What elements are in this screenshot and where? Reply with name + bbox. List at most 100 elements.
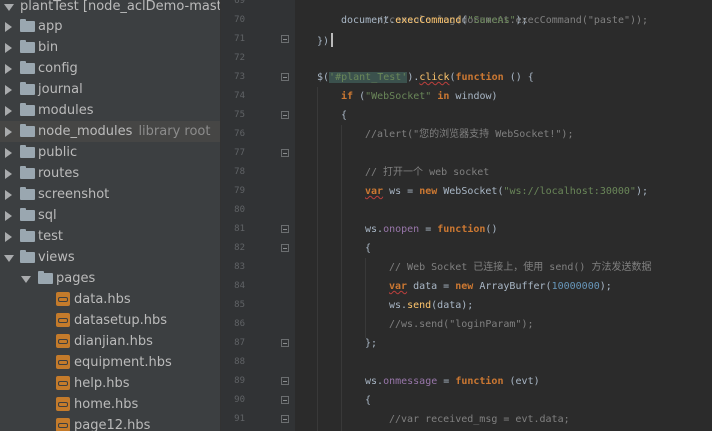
- code-line-76[interactable]: //alert("您的浏览器支持 WebSocket!");: [365, 125, 573, 144]
- code-line-85[interactable]: ws.send(data);: [389, 296, 473, 315]
- code-line-89[interactable]: ws.onmessage = function (evt): [365, 372, 540, 391]
- chevron-right-icon[interactable]: [5, 85, 12, 95]
- tree-item-screenshot[interactable]: screenshot: [0, 184, 220, 205]
- tree-file-label: data.hbs: [74, 292, 131, 307]
- fold-marker-icon[interactable]: [281, 415, 289, 423]
- code-line-74[interactable]: if ("WebSocket" in window): [341, 87, 498, 106]
- code-line-79[interactable]: var ws = new WebSocket("ws://localhost:3…: [365, 182, 648, 201]
- code-line-86[interactable]: //ws.send("loginParam");: [389, 315, 534, 334]
- code-line-90[interactable]: {: [365, 391, 371, 410]
- code-token: data =: [407, 281, 456, 292]
- library-root-label: library root: [138, 124, 211, 139]
- fold-marker-icon[interactable]: [281, 225, 289, 233]
- tree-file-label: dianjian.hbs: [74, 334, 153, 349]
- fold-marker-icon[interactable]: [281, 73, 289, 81]
- code-token: {: [341, 110, 348, 121]
- fold-marker-icon[interactable]: [281, 396, 289, 404]
- fold-marker-icon[interactable]: [281, 377, 289, 385]
- folder-icon: [20, 166, 35, 179]
- editor-gutter[interactable]: 69 70 71 72 73 74 75 76 77 78 79 80 81 8…: [221, 0, 295, 431]
- tree-item-node-modules[interactable]: node_modules library root: [0, 121, 220, 142]
- chevron-right-icon[interactable]: [5, 232, 12, 242]
- code-line-73[interactable]: $('#plant_Test').click(function () {: [317, 68, 534, 87]
- tree-file-label: datasetup.hbs: [74, 313, 168, 328]
- chevron-down-icon[interactable]: [4, 255, 14, 262]
- chevron-right-icon[interactable]: [5, 106, 12, 116]
- handlebars-file-icon: [56, 376, 70, 390]
- code-comment: //ws.send("loginParam");: [389, 319, 534, 330]
- folder-icon: [20, 187, 35, 200]
- code-property: onmessage: [383, 376, 438, 387]
- tree-file-dianjian-hbs[interactable]: dianjian.hbs: [0, 331, 220, 352]
- tree-item-sql[interactable]: sql: [0, 205, 220, 226]
- chevron-right-icon[interactable]: [5, 127, 12, 137]
- code-comment: // Web Socket 已连接上，使用 send() 方法发送数据: [389, 262, 652, 273]
- fold-marker-icon[interactable]: [281, 244, 289, 252]
- code-token: () {: [503, 72, 534, 83]
- code-token: window): [455, 91, 498, 102]
- fold-marker-icon[interactable]: [281, 149, 289, 157]
- code-keyword: in: [431, 91, 456, 102]
- code-line-75[interactable]: {: [341, 106, 347, 125]
- chevron-down-icon[interactable]: [4, 4, 14, 11]
- tree-item-test[interactable]: test: [0, 226, 220, 247]
- code-token: =: [437, 376, 456, 387]
- chevron-down-icon[interactable]: [21, 276, 31, 283]
- line-number: 84: [234, 281, 245, 291]
- tree-item-public[interactable]: public: [0, 142, 220, 163]
- tree-item-bin[interactable]: bin: [0, 37, 220, 58]
- project-tree[interactable]: plantTest [node_aclDemo-master] app bin …: [0, 0, 221, 431]
- tree-file-home-hbs[interactable]: home.hbs: [0, 394, 220, 415]
- tree-item-pages[interactable]: pages: [0, 268, 220, 289]
- code-line-69[interactable]: //console.log(document.execCommand("past…: [341, 0, 648, 26]
- tree-item-modules[interactable]: modules: [0, 100, 220, 121]
- chevron-right-icon[interactable]: [5, 43, 12, 53]
- chevron-right-icon[interactable]: [5, 22, 12, 32]
- code-token: };: [365, 338, 378, 349]
- code-token: }): [317, 36, 330, 47]
- fold-marker-icon[interactable]: [281, 35, 289, 43]
- code-line-81[interactable]: ws.onopen = function(): [365, 220, 497, 239]
- tree-item-routes[interactable]: routes: [0, 163, 220, 184]
- code-line-87[interactable]: };: [365, 334, 377, 353]
- code-keyword: new: [419, 186, 438, 197]
- code-token: {: [365, 395, 372, 406]
- chevron-right-icon[interactable]: [5, 190, 12, 200]
- code-line-83[interactable]: // Web Socket 已连接上，使用 send() 方法发送数据: [389, 258, 651, 277]
- fold-marker-icon[interactable]: [281, 111, 289, 119]
- code-token: =: [419, 224, 438, 235]
- code-line-84[interactable]: var data = new ArrayBuffer(10000000);: [389, 277, 612, 296]
- tree-file-data-hbs[interactable]: data.hbs: [0, 289, 220, 310]
- tree-file-page12-hbs[interactable]: page12.hbs: [0, 415, 220, 431]
- line-number: 75: [234, 110, 245, 120]
- code-editor[interactable]: //console.log(document.execCommand("past…: [295, 0, 712, 431]
- line-number: 73: [234, 72, 245, 82]
- code-token: send: [407, 300, 432, 311]
- code-token: document.: [341, 15, 396, 26]
- tree-file-equipment-hbs[interactable]: equipment.hbs: [0, 352, 220, 373]
- chevron-right-icon[interactable]: [5, 169, 12, 179]
- chevron-right-icon[interactable]: [5, 211, 12, 221]
- tree-item-app[interactable]: app: [0, 16, 220, 37]
- tree-file-help-hbs[interactable]: help.hbs: [0, 373, 220, 394]
- tree-item-label: journal: [38, 82, 83, 97]
- tree-item-config[interactable]: config: [0, 58, 220, 79]
- tree-file-label: page12.hbs: [74, 418, 151, 431]
- code-line-82[interactable]: {: [365, 239, 371, 258]
- tree-item-label: config: [38, 61, 78, 76]
- line-number: 88: [234, 357, 245, 367]
- code-line-70[interactable]: document.execCommand("SaveAs");: [341, 11, 528, 30]
- code-line-71[interactable]: }): [317, 30, 334, 49]
- code-comment: // 打开一个 web socket: [365, 167, 490, 178]
- tree-item-label: modules: [38, 103, 94, 118]
- chevron-right-icon[interactable]: [5, 148, 12, 158]
- tree-file-datasetup-hbs[interactable]: datasetup.hbs: [0, 310, 220, 331]
- tree-root[interactable]: plantTest [node_aclDemo-master]: [0, 0, 220, 17]
- tree-item-views[interactable]: views: [0, 247, 220, 268]
- code-token: (evt): [503, 376, 540, 387]
- tree-item-journal[interactable]: journal: [0, 79, 220, 100]
- code-line-91[interactable]: //var received_msg = evt.data;: [389, 410, 570, 429]
- fold-marker-icon[interactable]: [281, 339, 289, 347]
- code-line-78[interactable]: // 打开一个 web socket: [365, 163, 489, 182]
- chevron-right-icon[interactable]: [5, 64, 12, 74]
